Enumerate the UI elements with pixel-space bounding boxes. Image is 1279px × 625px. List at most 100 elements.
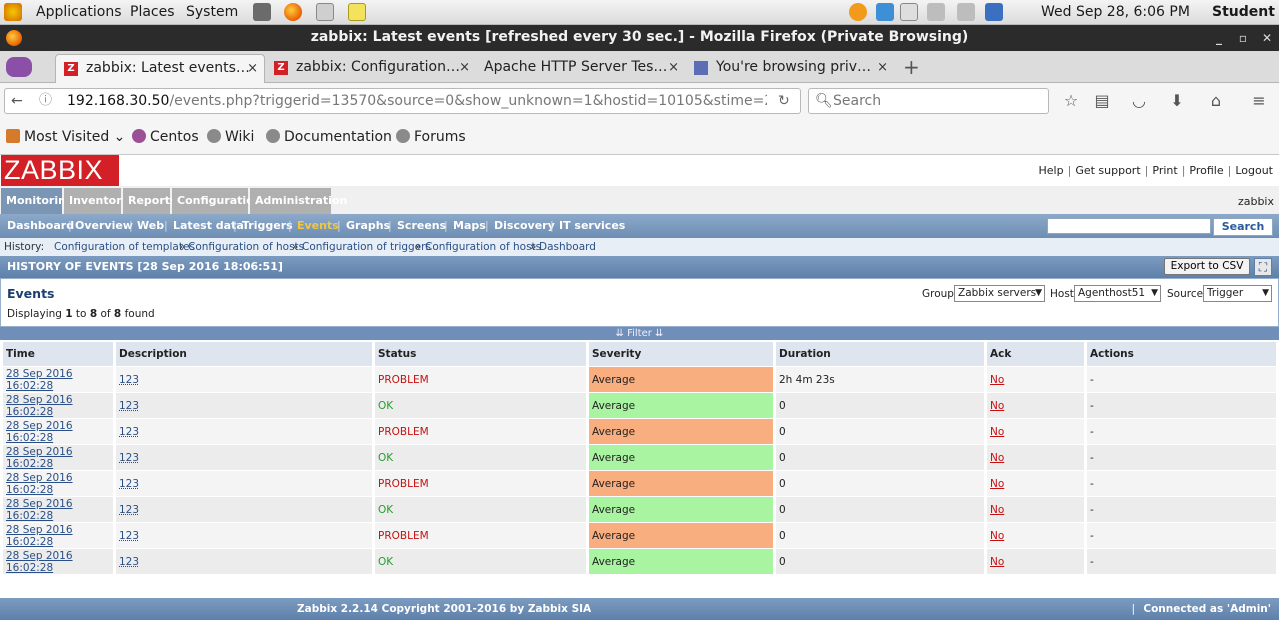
history-link-templates[interactable]: Configuration of templates (54, 238, 195, 256)
gnome-foot-icon[interactable] (4, 3, 22, 21)
history-link-hosts-2[interactable]: Configuration of hosts (425, 238, 541, 256)
profile-link[interactable]: Profile (1189, 164, 1223, 177)
event-time-link[interactable]: 28 Sep 2016 16:02:28 (6, 420, 73, 444)
fullscreen-icon[interactable]: ⛶ (1254, 258, 1272, 276)
host-select[interactable]: Agenthost51 ▼ (1074, 285, 1161, 302)
event-time-link[interactable]: 28 Sep 2016 16:02:28 (6, 446, 73, 470)
menu-configuration[interactable]: Configuration (172, 188, 262, 214)
submenu-overview[interactable]: Overview (75, 219, 133, 232)
event-description-link[interactable]: 123 (119, 426, 139, 438)
submenu-it-services[interactable]: IT services (559, 219, 625, 232)
bookmark-documentation[interactable]: Documentation (266, 128, 392, 146)
event-time-link[interactable]: 28 Sep 2016 16:02:28 (6, 550, 73, 574)
volume-icon[interactable] (957, 3, 975, 21)
history-link-dashboard[interactable]: Dashboard (539, 238, 596, 256)
history-link-triggers[interactable]: Configuration of triggers (302, 238, 431, 256)
event-ack-link[interactable]: No (990, 452, 1004, 464)
group-select[interactable]: Zabbix servers ▼ (954, 285, 1045, 302)
submenu-screens[interactable]: Screens (397, 219, 446, 232)
event-description-link[interactable]: 123 (119, 530, 139, 542)
logout-link[interactable]: Logout (1235, 164, 1273, 177)
event-time-link[interactable]: 28 Sep 2016 16:02:28 (6, 498, 73, 522)
submenu-graphs[interactable]: Graphs (346, 219, 390, 232)
event-description-link[interactable]: 123 (119, 452, 139, 464)
menu-inventory[interactable]: Inventory (64, 188, 129, 214)
tab-close-icon[interactable]: × (247, 55, 258, 82)
event-ack-link[interactable]: No (990, 556, 1004, 568)
firefox-launcher-icon[interactable] (284, 3, 302, 21)
url-bar[interactable]: ← ⓘ 192.168.30.50/events.php?triggerid=1… (4, 88, 801, 114)
menu-monitoring[interactable]: Monitoring (1, 188, 74, 214)
applications-menu[interactable]: Applications (36, 3, 122, 21)
history-link-hosts[interactable]: Configuration of hosts (188, 238, 304, 256)
minimize-icon[interactable]: _ (1209, 28, 1229, 48)
reload-icon[interactable]: ↻ (778, 89, 790, 113)
global-search-button[interactable]: Search (1213, 218, 1273, 236)
notes-icon[interactable] (348, 3, 366, 21)
source-select[interactable]: Trigger ▼ (1203, 285, 1272, 302)
print-link[interactable]: Print (1152, 164, 1177, 177)
event-description-link[interactable]: 123 (119, 504, 139, 516)
event-ack-link[interactable]: No (990, 374, 1004, 386)
bookmark-forums[interactable]: Forums (396, 128, 466, 146)
mail-icon[interactable] (316, 3, 334, 21)
submenu-web[interactable]: Web (137, 219, 164, 232)
tab-close-icon[interactable]: × (668, 54, 679, 81)
close-window-icon[interactable]: ✕ (1257, 28, 1277, 48)
zabbix-logo[interactable]: ZABBIX (1, 155, 119, 186)
event-time-link[interactable]: 28 Sep 2016 16:02:28 (6, 524, 73, 548)
tab-private-browsing[interactable]: You're browsing priv… × (686, 54, 894, 83)
places-menu[interactable]: Places (130, 3, 175, 21)
bookmark-star-icon[interactable]: ☆ (1061, 91, 1081, 111)
get-support-link[interactable]: Get support (1075, 164, 1140, 177)
event-description-link[interactable]: 123 (119, 556, 139, 568)
tab-close-icon[interactable]: × (459, 54, 470, 81)
user-menu[interactable]: Student (1212, 3, 1275, 21)
event-description-link[interactable]: 123 (119, 478, 139, 490)
back-arrow-icon[interactable]: ← (11, 89, 23, 113)
reading-list-icon[interactable]: ▤ (1092, 91, 1112, 111)
pocket-icon[interactable]: ◡ (1129, 91, 1149, 111)
clock[interactable]: Wed Sep 28, 6:06 PM (1041, 3, 1190, 21)
network-icon[interactable] (927, 3, 945, 21)
tab-configuration[interactable]: Z zabbix: Configuration… × (266, 54, 476, 83)
printer-icon[interactable] (900, 3, 918, 21)
event-ack-link[interactable]: No (990, 504, 1004, 516)
event-time-link[interactable]: 28 Sep 2016 16:02:28 (6, 472, 73, 496)
screenshot-icon[interactable] (253, 3, 271, 21)
event-description-link[interactable]: 123 (119, 374, 139, 386)
site-info-icon[interactable]: ⓘ (39, 89, 52, 113)
update-sun-icon[interactable] (849, 3, 867, 21)
event-ack-link[interactable]: No (990, 478, 1004, 490)
bookmark-centos[interactable]: Centos (132, 128, 199, 146)
help-link[interactable]: Help (1039, 164, 1064, 177)
global-search-input[interactable] (1047, 218, 1211, 234)
submenu-discovery[interactable]: Discovery (494, 219, 555, 232)
event-description-link[interactable]: 123 (119, 400, 139, 412)
filter-toggle[interactable]: ⇊ Filter ⇊ (0, 327, 1279, 340)
event-time-link[interactable]: 28 Sep 2016 16:02:28 (6, 394, 73, 418)
tab-apache[interactable]: Apache HTTP Server Tes… × (477, 54, 685, 83)
event-ack-link[interactable]: No (990, 426, 1004, 438)
bookmark-wiki[interactable]: Wiki (207, 128, 254, 146)
bookmark-most-visited[interactable]: Most Visited ⌄ (6, 128, 125, 146)
event-time-link[interactable]: 28 Sep 2016 16:02:28 (6, 368, 73, 392)
network-manager-icon[interactable] (876, 3, 894, 21)
footer-copyright[interactable]: Zabbix 2.2.14 Copyright 2001-2016 by Zab… (297, 598, 591, 620)
submenu-triggers[interactable]: Triggers (242, 219, 293, 232)
tab-close-icon[interactable]: × (877, 54, 888, 81)
export-csv-button[interactable]: Export to CSV (1164, 258, 1250, 275)
new-tab-icon[interactable]: + (903, 55, 920, 79)
menu-administration[interactable]: Administration (250, 188, 347, 214)
tab-latest-events[interactable]: Z zabbix: Latest events… × (55, 54, 265, 83)
menu-hamburger-icon[interactable]: ≡ (1249, 91, 1269, 111)
event-ack-link[interactable]: No (990, 400, 1004, 412)
event-ack-link[interactable]: No (990, 530, 1004, 542)
downloads-icon[interactable]: ⬇ (1167, 91, 1187, 111)
submenu-maps[interactable]: Maps (453, 219, 486, 232)
search-input[interactable]: 🔍︎ Search (808, 88, 1049, 114)
system-menu[interactable]: System (186, 3, 238, 21)
menu-reports[interactable]: Reports (123, 188, 177, 214)
submenu-dashboard[interactable]: Dashboard (7, 219, 74, 232)
submenu-events[interactable]: Events (297, 219, 339, 232)
